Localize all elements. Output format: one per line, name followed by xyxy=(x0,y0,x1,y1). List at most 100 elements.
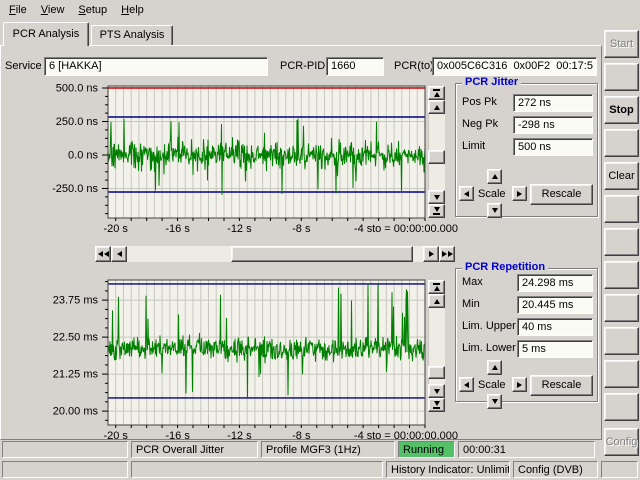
scrollbar-thumb[interactable] xyxy=(428,366,445,379)
svg-text:-250.0 ns: -250.0 ns xyxy=(52,183,98,195)
scroll-down-button[interactable] xyxy=(428,384,445,398)
scroll-left-button[interactable] xyxy=(111,246,127,262)
pcr-jitter-panel-title: PCR Jitter xyxy=(462,76,521,88)
pcr-to-field: 0x005C6C316 0x00F2 00:17:5 xyxy=(432,57,597,76)
jitter-scale-controls: Scale Rescale xyxy=(456,169,599,218)
status-measurement: PCR Overall Jitter xyxy=(131,441,258,458)
blank-button-4[interactable] xyxy=(604,228,639,256)
right-arrow-icon xyxy=(517,191,522,197)
up-arrow-icon xyxy=(434,299,440,304)
lim-lower-value: 5 ms xyxy=(517,340,593,358)
status2-cell-empty xyxy=(2,461,128,478)
pcr-pid-label: PCR-PID xyxy=(280,60,325,72)
pos-pk-value: 272 ns xyxy=(513,94,593,112)
scale-left-button[interactable] xyxy=(459,377,474,392)
down-arrow-icon xyxy=(434,401,440,406)
down-arrow-icon xyxy=(492,399,498,404)
time-scrollbar-track[interactable] xyxy=(127,246,423,262)
scroll-to-top-button[interactable] xyxy=(428,280,445,294)
max-value: 24.298 ms xyxy=(517,274,593,292)
blank-button-8[interactable] xyxy=(604,360,639,388)
repetition-chart-vertical-scrollbar[interactable] xyxy=(428,280,445,412)
blank-button-9[interactable] xyxy=(604,393,639,421)
service-field[interactable]: 6 [HAKKA] xyxy=(44,57,268,76)
config-button[interactable]: Config xyxy=(604,428,639,456)
up-arrow-icon xyxy=(434,105,440,110)
pcr-repetition-panel-title: PCR Repetition xyxy=(462,261,548,273)
scale-up-button[interactable] xyxy=(487,360,502,375)
scroll-up-button[interactable] xyxy=(428,100,445,114)
pcr-repetition-panel: PCR Repetition Max 24.298 ms Min 20.445 … xyxy=(455,268,598,402)
menu-view[interactable]: View xyxy=(34,2,72,18)
pcr-repetition-chart: 23.75 ms22.50 ms21.25 ms20.00 ms-20 s-16… xyxy=(20,274,460,446)
pcr-pid-field[interactable]: 1660 xyxy=(326,57,384,76)
scroll-up-button[interactable] xyxy=(428,294,445,308)
scale-up-button[interactable] xyxy=(487,169,502,184)
scale-right-button[interactable] xyxy=(512,186,527,201)
scale-right-button[interactable] xyxy=(512,377,527,392)
down-arrow-icon xyxy=(492,208,498,213)
stop-button[interactable]: Stop xyxy=(604,96,639,124)
menu-help[interactable]: Help xyxy=(114,2,151,18)
min-label: Min xyxy=(462,298,480,310)
limit-label: Limit xyxy=(462,140,485,152)
status-profile: Profile MGF3 (1Hz) xyxy=(261,441,395,458)
service-label: Service xyxy=(5,60,42,72)
scrollbar-track[interactable] xyxy=(428,308,445,384)
right-arrow-icon xyxy=(517,382,522,388)
repetition-rescale-button[interactable]: Rescale xyxy=(530,375,593,396)
status-running: Running xyxy=(398,441,455,458)
jitter-rescale-button[interactable]: Rescale xyxy=(530,184,593,205)
status-config-standard: Config (DVB) xyxy=(513,461,598,478)
blank-button-3[interactable] xyxy=(604,195,639,223)
scroll-to-bottom-button[interactable] xyxy=(428,398,445,412)
clear-button[interactable]: Clear xyxy=(604,162,639,190)
blank-button-2[interactable] xyxy=(604,129,639,157)
up-arrow-icon xyxy=(434,92,440,97)
scroll-right-button[interactable] xyxy=(423,246,439,262)
left-arrow-icon xyxy=(464,382,469,388)
status-elapsed-time: 00:00:31 xyxy=(458,441,595,458)
scroll-far-left-button[interactable] xyxy=(95,246,111,262)
scroll-to-top-button[interactable] xyxy=(428,86,445,100)
scroll-down-button[interactable] xyxy=(428,190,445,204)
up-arrow-icon xyxy=(492,365,498,370)
menu-file[interactable]: File xyxy=(2,2,34,18)
blank-button-6[interactable] xyxy=(604,294,639,322)
tab-pts-analysis[interactable]: PTS Analysis xyxy=(91,25,173,45)
scroll-to-bottom-button[interactable] xyxy=(428,204,445,218)
double-right-arrow-icon xyxy=(448,251,453,257)
app-window: File View Setup Help PCR Analysis PTS An… xyxy=(0,0,640,480)
time-scrollbar-thumb[interactable] xyxy=(231,246,413,262)
svg-text:23.75 ms: 23.75 ms xyxy=(53,295,99,307)
lim-upper-label: Lim. Upper xyxy=(462,320,516,332)
double-left-arrow-icon xyxy=(104,251,109,257)
scroll-far-right-button[interactable] xyxy=(439,246,455,262)
jitter-chart-vertical-scrollbar[interactable] xyxy=(428,86,445,218)
blank-button-5[interactable] xyxy=(604,261,639,289)
scale-left-button[interactable] xyxy=(459,186,474,201)
svg-text:to = 00:00:00.000: to = 00:00:00.000 xyxy=(372,223,458,235)
scale-down-button[interactable] xyxy=(487,203,502,218)
time-scrollbar[interactable] xyxy=(95,246,455,262)
down-arrow-icon xyxy=(434,207,440,212)
pos-pk-label: Pos Pk xyxy=(462,96,497,108)
blank-button-1[interactable] xyxy=(604,63,639,91)
svg-text:-20 s: -20 s xyxy=(103,223,128,235)
scroll-to-top-icon xyxy=(433,89,440,91)
neg-pk-value: -298 ns xyxy=(513,116,593,134)
pcr-jitter-chart: 500.0 ns250.0 ns0.0 ns-250.0 ns-20 s-16 … xyxy=(20,80,460,244)
scroll-to-top-icon xyxy=(433,283,440,285)
lim-lower-label: Lim. Lower xyxy=(462,342,516,354)
scrollbar-thumb[interactable] xyxy=(428,150,445,164)
scrollbar-track[interactable] xyxy=(428,114,445,190)
start-button[interactable]: Start xyxy=(604,30,639,58)
pcr-jitter-panel: PCR Jitter Pos Pk 272 ns Neg Pk -298 ns … xyxy=(455,83,598,217)
tab-pcr-analysis[interactable]: PCR Analysis xyxy=(3,22,89,46)
svg-text:20.00 ms: 20.00 ms xyxy=(53,406,99,418)
blank-button-7[interactable] xyxy=(604,327,639,355)
menu-setup[interactable]: Setup xyxy=(71,2,114,18)
svg-text:0.0 ns: 0.0 ns xyxy=(68,150,98,162)
scale-down-button[interactable] xyxy=(487,394,502,409)
double-left-arrow-icon xyxy=(98,251,103,257)
